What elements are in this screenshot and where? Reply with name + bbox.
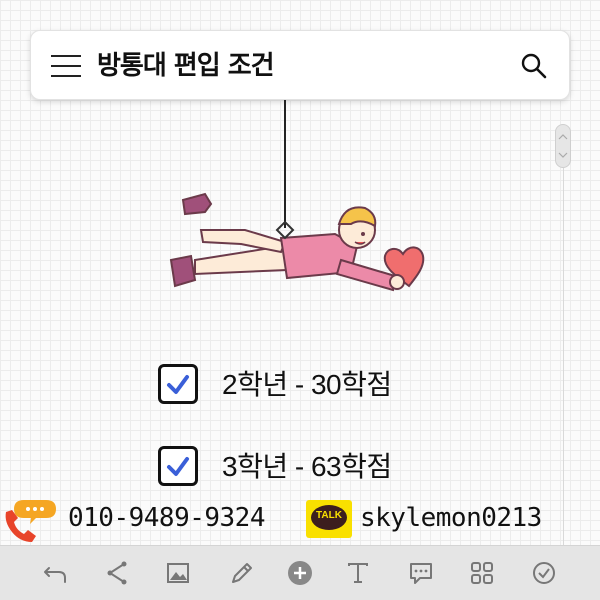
scrollbar-thumb[interactable]	[555, 124, 571, 168]
text-icon[interactable]	[343, 558, 373, 588]
kakao-id[interactable]: skylemon0213	[360, 500, 542, 536]
phone-chat-icon	[2, 496, 58, 544]
phone-number[interactable]: 010-9489-9324	[68, 500, 266, 536]
undo-icon[interactable]	[41, 558, 71, 588]
pencil-icon[interactable]	[227, 558, 257, 588]
comment-icon[interactable]	[406, 558, 436, 588]
kakao-talk-badge: TALK	[316, 510, 342, 521]
flying-person-illustration	[165, 190, 435, 300]
checkbox-checked[interactable]	[158, 364, 198, 404]
add-icon[interactable]	[285, 558, 315, 588]
kakaotalk-icon[interactable]: TALK	[306, 500, 352, 538]
header-search-bar: 방통대 편입 조건	[30, 30, 570, 100]
scrollbar-track[interactable]	[563, 168, 564, 548]
search-icon[interactable]	[519, 51, 549, 81]
page-title: 방통대 편입 조건	[97, 51, 275, 81]
checklist-label: 2학년 - 30학점	[222, 369, 392, 400]
contact-row: 010-9489-9324 TALK skylemon0213	[0, 492, 600, 544]
hamburger-menu-icon[interactable]	[51, 55, 81, 77]
bottom-toolbar	[0, 545, 600, 600]
checkmark-icon	[167, 375, 189, 394]
checklist-label: 3학년 - 63학점	[222, 451, 392, 482]
checkbox-checked[interactable]	[158, 446, 198, 486]
share-icon[interactable]	[102, 558, 132, 588]
check-circle-icon[interactable]	[529, 558, 559, 588]
image-icon[interactable]	[163, 558, 193, 588]
grid-icon[interactable]	[467, 558, 497, 588]
checkmark-icon	[167, 457, 189, 476]
